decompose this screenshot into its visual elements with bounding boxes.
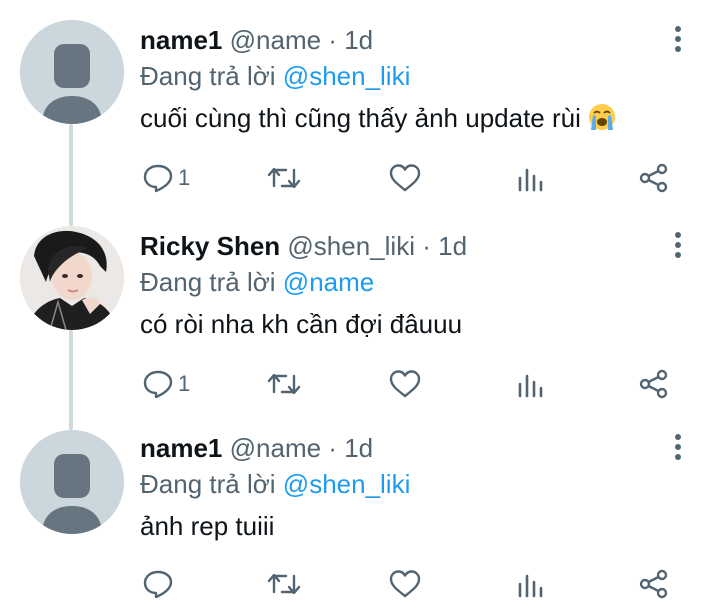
more-options-icon[interactable] (666, 24, 690, 54)
reply-icon (143, 164, 173, 193)
display-name[interactable]: Ricky Shen (140, 231, 280, 261)
separator-dot: · (328, 433, 337, 463)
avatar[interactable] (20, 226, 124, 330)
share-button[interactable] (638, 158, 670, 198)
more-options-icon[interactable] (666, 432, 690, 462)
replying-to-label: Đang trả lời (140, 267, 276, 297)
like-button[interactable] (388, 158, 422, 198)
replying-to: Đang trả lời @name (140, 266, 374, 298)
timestamp[interactable]: 1d (438, 231, 467, 261)
user-handle[interactable]: @name (230, 433, 321, 463)
tweet-text: có ròi nha kh cần đợi đâuuu (140, 308, 462, 340)
share-button[interactable] (638, 364, 670, 404)
default-avatar-icon (20, 430, 124, 534)
user-handle[interactable]: @name (230, 25, 321, 55)
retweet-button[interactable] (266, 364, 302, 404)
user-handle[interactable]: @shen_liki (287, 231, 415, 261)
analytics-icon (518, 374, 543, 398)
avatar[interactable] (20, 20, 124, 124)
analytics-icon (518, 574, 543, 598)
tweet-text: ảnh rep tuiii (140, 510, 274, 542)
reply-tweet[interactable]: Ricky Shen @shen_liki · 1d Đang trả lời … (0, 206, 720, 406)
tweet-text-content: có ròi nha kh cần đợi đâuuu (140, 309, 463, 339)
reply-button[interactable]: 1 (142, 158, 190, 198)
reply-count: 1 (178, 165, 191, 190)
timestamp[interactable]: 1d (344, 25, 373, 55)
retweet-icon (267, 373, 301, 395)
tweet-text: cuối cùng thì cũng thấy ảnh update rùi (140, 102, 616, 134)
replying-to-label: Đang trả lời (140, 61, 276, 91)
separator-dot: · (328, 25, 337, 55)
like-button[interactable] (388, 364, 422, 404)
share-icon (639, 163, 668, 193)
tweet-actions (0, 564, 720, 604)
mention-link[interactable]: @shen_liki (283, 469, 411, 499)
view-analytics-button[interactable] (516, 158, 546, 198)
reply-icon (143, 570, 173, 599)
share-icon (639, 369, 668, 399)
avatar[interactable] (20, 430, 124, 534)
tweet-header: name1 @name · 1d (140, 24, 373, 56)
tweet-text-content: ảnh rep tuiii (140, 511, 275, 541)
display-name[interactable]: name1 (140, 25, 222, 55)
tweet-header: Ricky Shen @shen_liki · 1d (140, 230, 467, 262)
display-name[interactable]: name1 (140, 433, 222, 463)
replying-to: Đang trả lời @shen_liki (140, 468, 410, 500)
analytics-icon (518, 168, 543, 192)
replying-to: Đang trả lời @shen_liki (140, 60, 410, 92)
tweet-text-content: cuối cùng thì cũng thấy ảnh update rùi (140, 103, 581, 133)
reply-count: 1 (178, 371, 191, 396)
tweet-actions: 1 (0, 158, 720, 198)
reply-icon (143, 370, 173, 399)
retweet-icon (267, 167, 301, 189)
timestamp[interactable]: 1d (344, 433, 373, 463)
mention-link[interactable]: @shen_liki (283, 61, 411, 91)
more-options-icon[interactable] (666, 230, 690, 260)
like-button[interactable] (388, 564, 422, 604)
tweet-header: name1 @name · 1d (140, 432, 373, 464)
heart-icon (389, 370, 421, 398)
loudly-crying-face-icon (589, 104, 616, 130)
tweet-actions: 1 (0, 364, 720, 404)
separator-dot: · (422, 231, 431, 261)
view-analytics-button[interactable] (516, 364, 546, 404)
reply-button[interactable]: 1 (142, 364, 190, 404)
retweet-button[interactable] (266, 158, 302, 198)
heart-icon (389, 164, 421, 192)
reply-tweet[interactable]: name1 @name · 1d Đang trả lời @shen_liki… (0, 408, 720, 608)
default-avatar-icon (20, 20, 124, 124)
heart-icon (389, 570, 421, 598)
replying-to-label: Đang trả lời (140, 469, 276, 499)
mention-link[interactable]: @name (283, 267, 374, 297)
reply-tweet[interactable]: name1 @name · 1d Đang trả lời @shen_liki… (0, 0, 720, 200)
reply-button[interactable] (142, 564, 178, 604)
share-icon (639, 569, 668, 599)
retweet-button[interactable] (266, 564, 302, 604)
share-button[interactable] (638, 564, 670, 604)
profile-photo (20, 226, 124, 330)
view-analytics-button[interactable] (516, 564, 546, 604)
retweet-icon (267, 573, 301, 595)
